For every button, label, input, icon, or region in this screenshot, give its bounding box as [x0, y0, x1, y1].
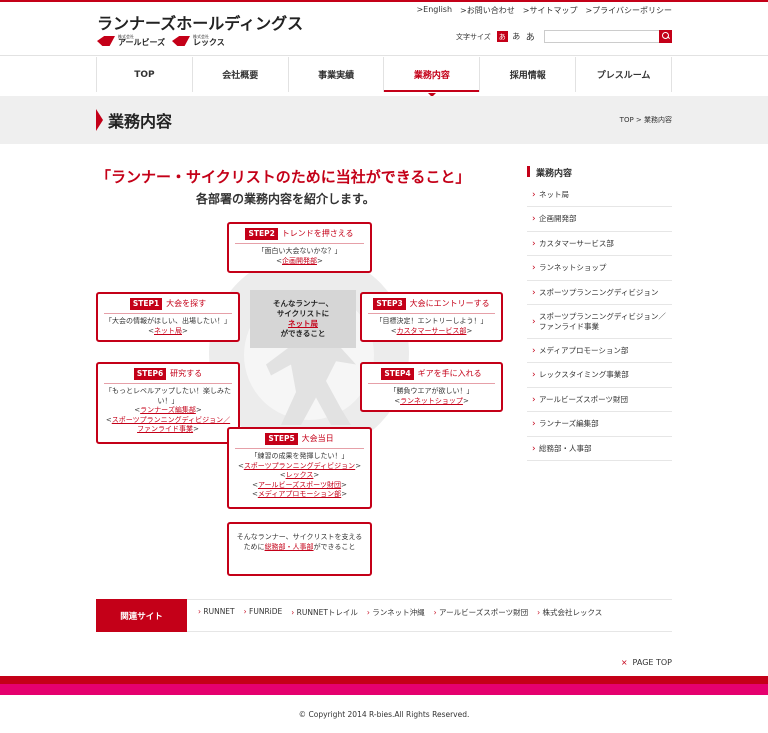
footer-bar-pink	[0, 684, 768, 695]
step5-link-foundation[interactable]: アールビーズスポーツ財団	[258, 481, 341, 489]
brand-logo-rex[interactable]: 株式会社 レックス	[172, 35, 225, 47]
step3-link[interactable]: カスタマーサービス部	[397, 327, 467, 335]
page-title: 業務内容	[108, 112, 173, 131]
link-privacy[interactable]: >プライバシーポリシー	[585, 5, 672, 16]
headline-sub: 各部署の業務内容を紹介します。	[196, 192, 375, 206]
link-sitemap[interactable]: >サイトマップ	[523, 5, 578, 16]
sidebar-title: 業務内容	[527, 166, 672, 179]
page-top-link[interactable]: × PAGE TOP	[621, 658, 672, 667]
step-title: ギアを手に入れる	[417, 369, 482, 379]
search-input[interactable]	[545, 31, 657, 42]
text-size-switcher: 文字サイズ あ あ あ	[456, 31, 536, 43]
text-size-label: 文字サイズ	[456, 32, 491, 41]
sidebar-item-net[interactable]: ネット局	[527, 183, 672, 207]
link-english[interactable]: >English	[416, 5, 452, 16]
step6-link-funride[interactable]: ファンライド事業	[137, 425, 193, 433]
final-link-admin[interactable]: 総務部・人事部	[265, 543, 314, 551]
utility-links: >English >お問い合わせ >サイトマップ >プライバシーポリシー	[416, 5, 672, 16]
close-icon: ×	[620, 658, 628, 667]
sidebar-item-funride[interactable]: スポーツプランニングディビジョン／ファンライド事業	[527, 305, 672, 339]
link-contact[interactable]: >お問い合わせ	[460, 5, 515, 16]
step-badge: STEP1	[129, 298, 163, 310]
title-arrow-icon	[96, 109, 103, 131]
search-box	[544, 30, 672, 43]
related-link-okinawa[interactable]: ランネット沖縄	[367, 607, 424, 618]
related-links: RUNNET FUNRiDE RUNNETトレイル ランネット沖縄 アールビーズ…	[198, 607, 602, 618]
step-title: トレンドを押さえる	[281, 229, 354, 239]
sidebar-item-editorial[interactable]: ランナーズ編集部	[527, 412, 672, 437]
related-link-funride[interactable]: FUNRiDE	[244, 607, 282, 618]
step6-box: STEP6 研究する 「もっとレベルアップしたい！楽しみたい！」 <ランナーズ編集…	[96, 362, 240, 444]
sidebar-item-shop[interactable]: ランネットショップ	[527, 256, 672, 281]
search-icon[interactable]	[659, 30, 672, 43]
center-box: そんなランナー、 サイクリストに ネット局 ができること	[250, 290, 356, 348]
step-badge: STEP4	[381, 368, 414, 380]
related-link-foundation[interactable]: アールビーズスポーツ財団	[434, 607, 528, 618]
sidebar-item-sports-planning[interactable]: スポーツプランニングディビジョン	[527, 281, 672, 305]
related-sites-label: 関連サイト	[96, 599, 187, 632]
text-size-large[interactable]: あ	[525, 31, 536, 43]
site-logo-title[interactable]: ランナーズホールディングス	[97, 10, 303, 34]
step5-link-planning[interactable]: スポーツプランニングディビジョン	[244, 462, 355, 470]
center-link-net[interactable]: ネット局	[288, 319, 318, 329]
related-link-trail[interactable]: RUNNETトレイル	[291, 607, 358, 618]
step-title: 大会にエントリーする	[409, 299, 490, 309]
headline-main: 「ランナー・サイクリストのために当社ができること」	[96, 168, 471, 186]
step1-link[interactable]: ネット局	[154, 327, 182, 335]
step-badge: STEP3	[373, 298, 406, 310]
nav-press[interactable]: プレスルーム	[575, 57, 672, 92]
sidebar-item-customer[interactable]: カスタマーサービス部	[527, 232, 672, 256]
related-link-rex[interactable]: 株式会社レックス	[537, 607, 602, 618]
nav-company[interactable]: 会社概要	[191, 57, 288, 92]
step4-box: STEP4 ギアを手に入れる 「勝負ウエアが欲しい！」 <ランネットショップ>	[360, 362, 503, 412]
step5-box: STEP5 大会当日 「練習の成果を発揮したい！」 <スポーツプランニングディビジ…	[227, 427, 372, 509]
nav-top[interactable]: TOP	[96, 57, 192, 92]
business-flow-diagram: そんなランナー、 サイクリストに ネット局 ができること STEP2 トレンドを押…	[96, 220, 506, 580]
step4-link[interactable]: ランネットショップ	[400, 397, 463, 405]
text-size-medium[interactable]: あ	[511, 31, 522, 42]
page-title-band: 業務内容 TOP > 業務内容	[0, 96, 768, 144]
sidebar-item-foundation[interactable]: アールビーズスポーツ財団	[527, 388, 672, 412]
step-badge: STEP6	[133, 368, 167, 380]
copyright: © Copyright 2014 R-bies.All Rights Reser…	[298, 710, 470, 719]
related-divider-top	[187, 599, 672, 600]
sidebar-list: ネット局 企画開発部 カスタマーサービス部 ランネットショップ スポーツプランニ…	[527, 183, 672, 461]
footer-bar-red	[0, 676, 768, 684]
global-nav: TOP 会社概要 事業実績 業務内容 採用情報 プレスルーム	[96, 57, 672, 97]
sidebar-item-media[interactable]: メディアプロモーション部	[527, 339, 672, 363]
step-title: 大会を探す	[166, 299, 207, 309]
text-size-small[interactable]: あ	[496, 31, 508, 42]
breadcrumb[interactable]: TOP > 業務内容	[620, 115, 672, 125]
related-divider-bottom	[187, 631, 672, 632]
step5-link-media[interactable]: メディアプロモーション部	[258, 490, 341, 498]
final-box: そんなランナー、サイクリストを支えるために総務部・人事部ができること	[227, 522, 372, 576]
sidebar-item-planning-dev[interactable]: 企画開発部	[527, 207, 672, 232]
step-badge: STEP5	[265, 433, 298, 445]
nav-results[interactable]: 事業実績	[287, 57, 384, 92]
related-link-runnet[interactable]: RUNNET	[198, 607, 234, 618]
header-divider	[0, 55, 768, 56]
nav-business[interactable]: 業務内容	[383, 57, 480, 97]
nav-recruit[interactable]: 採用情報	[479, 57, 575, 92]
step3-box: STEP3 大会にエントリーする 「目標決定！エントリーしよう！」 <カスタマーサ…	[360, 292, 503, 342]
sidebar-item-admin[interactable]: 総務部・人事部	[527, 437, 672, 461]
rbies-logo-icon	[97, 36, 115, 46]
rex-logo-icon	[172, 36, 190, 46]
brand-logo-rbies[interactable]: 株式会社 アールビーズ	[97, 35, 165, 47]
step2-link[interactable]: 企画開発部	[282, 257, 317, 265]
step1-box: STEP1 大会を探す 「大会の情報がほしい、出場したい！」 <ネット局>	[96, 292, 240, 342]
step6-link-editorial[interactable]: ランナーズ編集部	[140, 406, 196, 414]
sidebar-item-rex-timing[interactable]: レックスタイミング事業部	[527, 363, 672, 388]
step-title: 大会当日	[301, 434, 334, 444]
step-title: 研究する	[170, 369, 203, 379]
top-accent-line	[0, 0, 768, 2]
step5-link-rex[interactable]: レックス	[286, 471, 314, 479]
step2-box: STEP2 トレンドを押さえる 「面白い大会ないかな？」 <企画開発部>	[227, 222, 372, 273]
step-badge: STEP2	[245, 228, 278, 240]
step6-link-planning[interactable]: スポーツプランニングディビジョン／	[112, 416, 230, 424]
